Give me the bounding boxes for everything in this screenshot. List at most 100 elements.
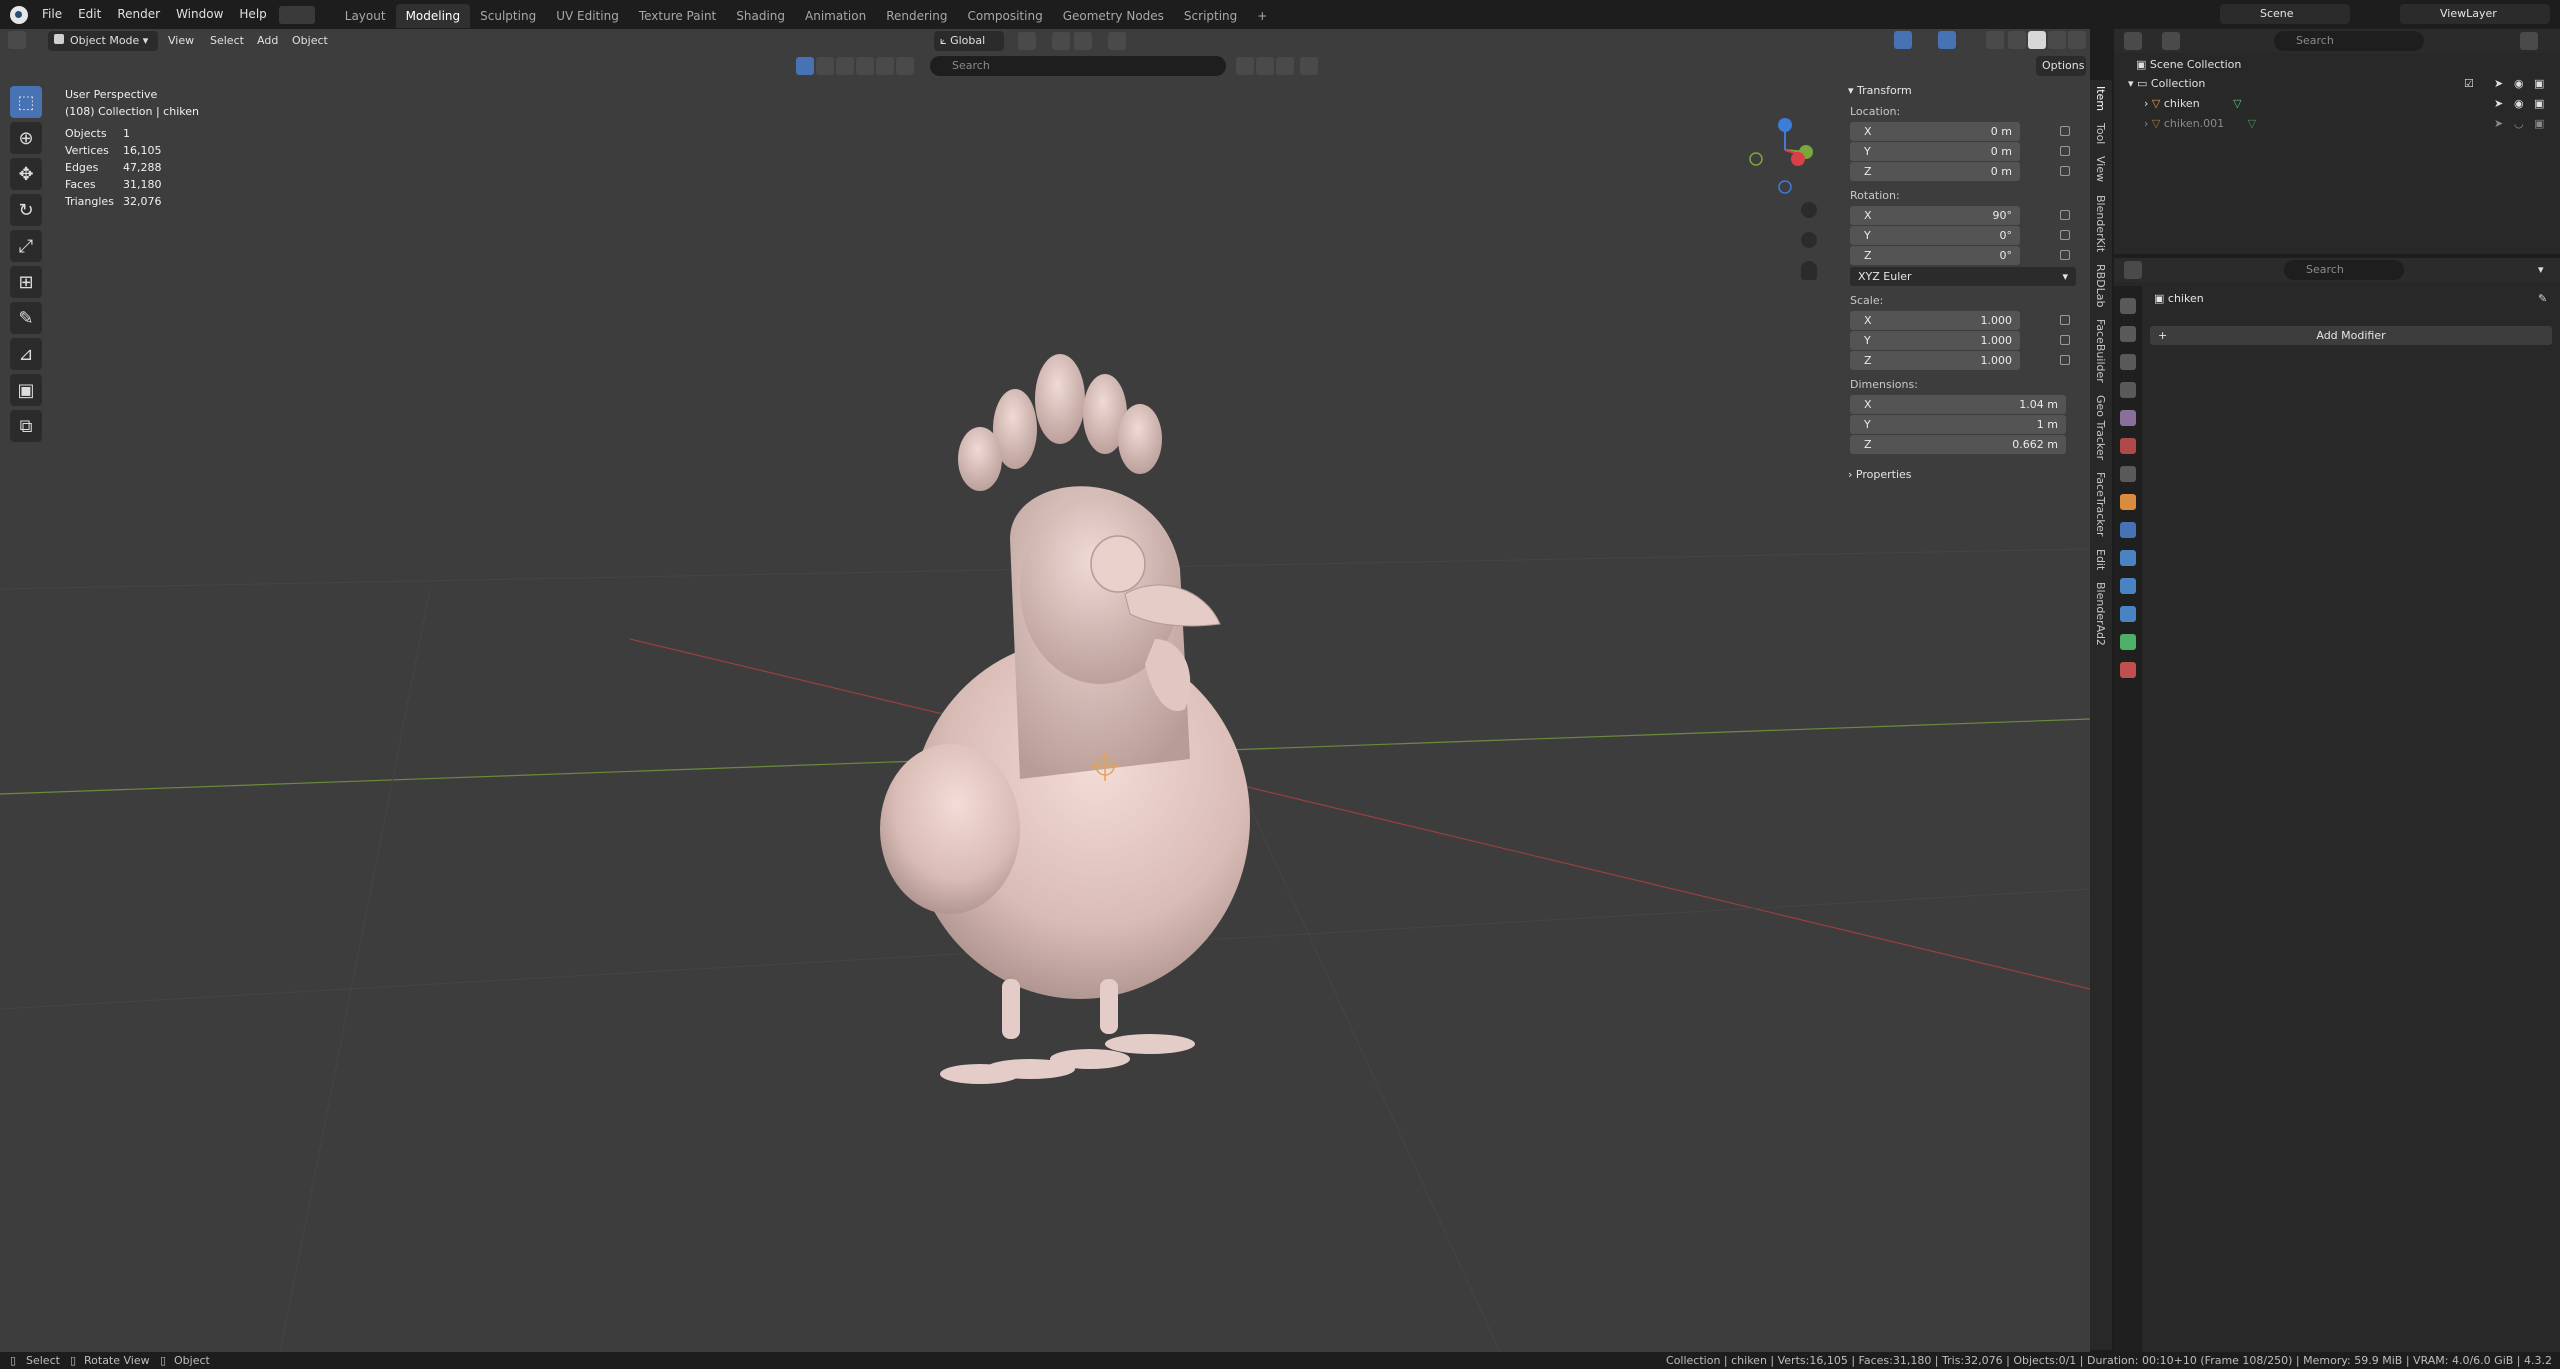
camera-icon[interactable]: ▣ [2534,74,2544,94]
tab-layout[interactable]: Layout [335,4,396,28]
collection-tab-icon[interactable] [2120,466,2136,482]
cursor-tool-icon[interactable]: ⊕ [10,122,42,154]
location-y-field[interactable]: Y 0 m [1850,142,2070,161]
particles-tab-icon[interactable] [2120,550,2136,566]
camera-icon[interactable]: ▣ [2534,114,2544,134]
camera-icon[interactable]: ▣ [2534,94,2544,114]
funnel-icon[interactable] [1300,57,1318,75]
proportional-edit-icon[interactable] [1108,32,1126,50]
move-tool-icon[interactable]: ✥ [10,158,42,190]
lock-icon[interactable] [2060,250,2070,260]
tab-compositing[interactable]: Compositing [957,4,1052,28]
menu-help[interactable]: Help [231,0,274,29]
navigation-gizmo[interactable] [1740,85,1830,285]
3d-viewport[interactable]: Object Mode ▾ View Select Add Object ⟀ G… [0,29,2090,1352]
tab-sculpting[interactable]: Sculpting [470,4,546,28]
filter-icon[interactable] [2520,32,2538,50]
properties-subpanel-header[interactable]: › Properties [1848,468,2078,481]
gizmo-toggle-icon[interactable] [1894,31,1912,49]
outliner-item-chiken[interactable]: › ▽ chiken ▽ ➤ ◉ ▣ [2114,94,2560,114]
dimensions-x-field[interactable]: X 1.04 m [1850,395,2066,414]
add-workspace-button[interactable]: + [1247,4,1277,28]
measure-tool-icon[interactable]: ⊿ [10,338,42,370]
xray-icon[interactable] [1986,31,2004,49]
select-tool-icon[interactable]: ⬚ [10,86,42,118]
tab-tool[interactable]: Tool [2094,117,2107,150]
blender-logo-icon[interactable] [10,5,28,24]
scene-tab-icon[interactable] [2120,410,2136,426]
object-type-icon[interactable] [816,57,834,75]
tab-scripting[interactable]: Scripting [1174,4,1247,28]
tab-view[interactable]: View [2094,150,2107,188]
object-menu[interactable]: Object [292,31,328,51]
filter-icon[interactable] [1236,57,1254,75]
scale-y-field[interactable]: Y 1.000 [1850,331,2070,350]
location-z-field[interactable]: Z 0 m [1850,162,2070,181]
rendered-shading-icon[interactable] [2068,31,2086,49]
tab-uv-editing[interactable]: UV Editing [546,4,629,28]
tab-shading[interactable]: Shading [726,4,795,28]
rotation-mode-select[interactable]: XYZ Euler ▾ [1850,267,2076,286]
expand-icon[interactable]: › [2144,97,2152,110]
material-tab-icon[interactable] [2120,662,2136,678]
lock-icon[interactable] [2060,335,2070,345]
outliner-search-input[interactable]: Search [2274,31,2424,51]
select-arrow-icon[interactable]: ➤ [2494,94,2503,114]
editor-type-icon[interactable] [2124,32,2142,50]
eye-icon[interactable]: ◉ [2514,94,2524,114]
ortho-grid-icon[interactable] [1801,264,1817,280]
wireframe-shading-icon[interactable] [2008,31,2026,49]
cube-tool-icon[interactable]: ⧉ [10,410,42,442]
lock-icon[interactable] [2060,355,2070,365]
pivot-icon[interactable] [1018,32,1036,50]
lock-icon[interactable] [2060,230,2070,240]
add-modifier-button[interactable]: + Add Modifier [2150,326,2552,345]
checkbox-icon[interactable]: ☑ [2464,74,2474,94]
tool-tab-icon[interactable] [2120,298,2136,314]
scale-tool-icon[interactable]: ⤢ [10,230,42,262]
constraints-tab-icon[interactable] [2120,606,2136,622]
rotation-y-field[interactable]: Y 0° [1850,226,2070,245]
world-tab-icon[interactable] [2120,438,2136,454]
expand-icon[interactable]: › [2144,117,2152,130]
options-button[interactable]: Options [2036,56,2086,76]
tab-animation[interactable]: Animation [795,4,876,28]
transform-orientation[interactable]: ⟀ Global [934,31,1004,51]
scale-x-field[interactable]: X 1.000 [1850,311,2070,330]
data-tab-icon[interactable] [2120,634,2136,650]
chicken-model[interactable] [860,339,1300,1109]
tab-edit[interactable]: Edit [2094,543,2107,576]
solid-shading-icon[interactable] [2028,31,2046,49]
view-layer-tab-icon[interactable] [2120,382,2136,398]
tab-blenderad2[interactable]: BlenderAd2 [2094,576,2107,652]
object-tab-icon[interactable] [2120,494,2136,510]
output-tab-icon[interactable] [2120,354,2136,370]
select-arrow-icon[interactable]: ➤ [2494,74,2503,94]
editor-type-icon[interactable] [278,5,315,24]
tab-item[interactable]: Item [2094,80,2107,117]
render-tab-icon[interactable] [2120,326,2136,342]
menu-file[interactable]: File [34,0,70,29]
location-x-field[interactable]: X 0 m [1850,122,2070,141]
lock-icon[interactable] [2060,166,2070,176]
outliner-item-chiken-001[interactable]: › ▽ chiken.001 ▽ ➤ ◡ ▣ [2114,114,2560,134]
dimensions-y-field[interactable]: Y 1 m [1850,415,2066,434]
view-options-icon[interactable] [1276,57,1294,75]
chevron-down-icon[interactable]: ▾ [2538,260,2544,280]
add-cube-tool-icon[interactable]: ▣ [10,374,42,406]
scene-collection-row[interactable]: ▣ Scene Collection [2114,55,2560,75]
viewlayer-selector[interactable]: ViewLayer [2400,4,2550,24]
tab-geo-tracker[interactable]: Geo Tracker [2094,389,2107,466]
lock-icon[interactable] [2060,315,2070,325]
light-icon[interactable] [856,57,874,75]
empty-icon[interactable] [896,57,914,75]
annotate-tool-icon[interactable]: ✎ [10,302,42,334]
tab-facebuilder[interactable]: FaceBuilder [2094,313,2107,389]
tab-texture-paint[interactable]: Texture Paint [629,4,726,28]
editor-type-icon[interactable] [2124,261,2142,279]
snap-icon[interactable] [1052,32,1070,50]
rotate-tool-icon[interactable]: ↻ [10,194,42,226]
dimensions-z-field[interactable]: Z 0.662 m [1850,435,2066,454]
mesh-icon[interactable] [836,57,854,75]
transform-header[interactable]: ▾ Transform [1848,84,2078,97]
